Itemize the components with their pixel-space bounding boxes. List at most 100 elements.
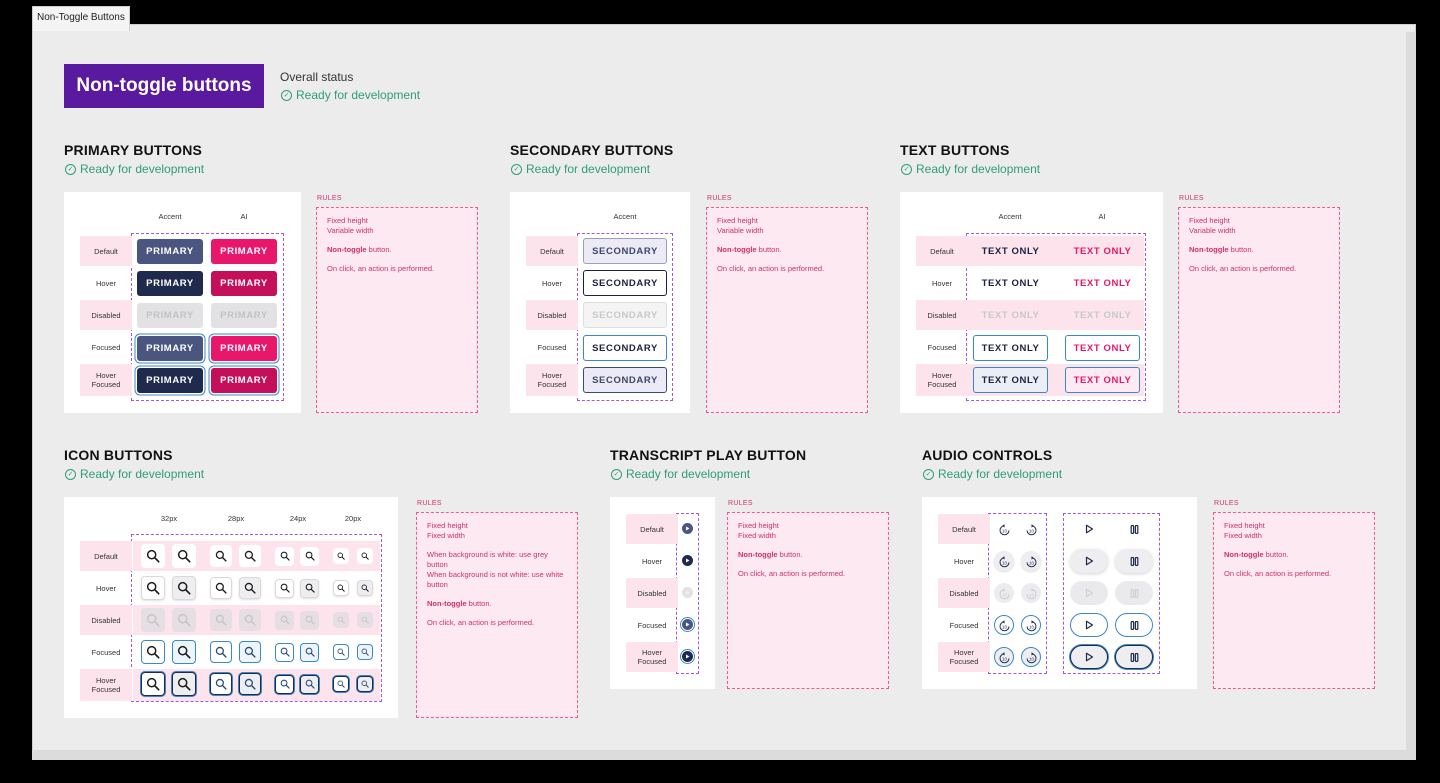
primary-accent-hover-focused-button[interactable]: PRIMARY — [137, 368, 203, 393]
search-icon-button-hover-focused[interactable] — [333, 676, 349, 692]
text-accent-hover-button[interactable]: TEXT ONLY — [973, 271, 1048, 296]
search-icon-button-hover[interactable] — [210, 577, 232, 599]
search-icon-button-disabled[interactable] — [172, 608, 196, 632]
search-icon-button-hover[interactable] — [357, 580, 373, 596]
search-icon-button-default[interactable] — [172, 544, 196, 568]
search-icon-button-disabled[interactable] — [357, 612, 373, 628]
pause-button-focused[interactable] — [1115, 613, 1153, 637]
secondary-disabled-button[interactable]: SECONDARY — [583, 302, 667, 328]
play-icon — [1085, 652, 1094, 662]
search-icon-button-hover-focused[interactable] — [141, 672, 165, 696]
play-button-hover-focused[interactable] — [1070, 645, 1108, 669]
search-icon-button-hover[interactable] — [172, 576, 196, 600]
status-text: Ready for development — [938, 467, 1063, 481]
secondary-default-button[interactable]: SECONDARY — [583, 238, 667, 264]
search-icon-button-disabled[interactable] — [275, 610, 294, 630]
rewind-button-default[interactable]: 10 — [994, 519, 1014, 539]
transcript-play-disabled-button[interactable] — [682, 587, 693, 598]
primary-ai-disabled-button[interactable]: PRIMARY — [211, 303, 277, 328]
search-icon-button-default[interactable] — [275, 546, 294, 566]
search-icon-button-disabled[interactable] — [239, 609, 261, 631]
search-icon-button-disabled[interactable] — [333, 612, 349, 628]
search-icon-button-default[interactable] — [141, 544, 165, 568]
search-icon-button-hover[interactable] — [333, 580, 349, 596]
primary-accent-focused-button[interactable]: PRIMARY — [137, 336, 203, 361]
play-button-hover[interactable] — [1070, 549, 1108, 573]
svg-text:10: 10 — [1002, 656, 1007, 661]
transcript-play-default-button[interactable] — [682, 523, 693, 534]
search-icon-button-default[interactable] — [300, 546, 319, 566]
search-icon-button-hover-focused[interactable] — [172, 672, 196, 696]
text-ai-disabled-button[interactable]: TEXT ONLY — [1065, 303, 1140, 328]
forward-button-hover[interactable]: 10 — [1021, 551, 1041, 571]
rewind-button-focused[interactable]: 10 — [994, 615, 1014, 635]
search-icon-button-default[interactable] — [357, 548, 373, 564]
primary-accent-disabled-button[interactable]: PRIMARY — [137, 303, 203, 328]
search-icon-button-focused[interactable] — [172, 640, 196, 664]
text-accent-disabled-button[interactable]: TEXT ONLY — [973, 303, 1048, 328]
play-button-focused[interactable] — [1070, 613, 1108, 637]
search-icon-button-hover-focused[interactable] — [300, 674, 319, 694]
pause-button-disabled[interactable] — [1115, 581, 1153, 605]
text-accent-default-button[interactable]: TEXT ONLY — [973, 239, 1048, 264]
play-button-default[interactable] — [1070, 517, 1108, 541]
text-status: ✓ Ready for development — [901, 162, 1040, 176]
text-ai-focused-button[interactable]: TEXT ONLY — [1065, 335, 1140, 361]
pause-button-default[interactable] — [1115, 517, 1153, 541]
pause-button-hover[interactable] — [1115, 549, 1153, 573]
search-icon-button-default[interactable] — [333, 548, 349, 564]
search-icon-button-focused[interactable] — [357, 644, 373, 660]
search-icon-button-focused[interactable] — [141, 640, 165, 664]
rewind-button-disabled[interactable]: 10 — [994, 583, 1014, 603]
play-button-disabled[interactable] — [1070, 581, 1108, 605]
forward-button-hover-focused[interactable]: 10 — [1021, 647, 1041, 667]
rewind-button-hover[interactable]: 10 — [994, 551, 1014, 571]
transcript-play-focused-button[interactable] — [682, 619, 693, 630]
text-accent-focused-button[interactable]: TEXT ONLY — [973, 335, 1048, 361]
search-icon-button-disabled[interactable] — [210, 609, 232, 631]
text-ai-hover-button[interactable]: TEXT ONLY — [1065, 271, 1140, 296]
primary-ai-hover-button[interactable]: PRIMARY — [211, 271, 277, 296]
search-icon-button-focused[interactable] — [300, 642, 319, 662]
forward-10-icon: 10 — [1026, 555, 1036, 567]
rewind-button-hover-focused[interactable]: 10 — [994, 647, 1014, 667]
search-icon-button-focused[interactable] — [210, 641, 232, 663]
search-icon-button-hover-focused[interactable] — [239, 673, 261, 695]
search-icon-button-hover-focused[interactable] — [210, 673, 232, 695]
search-icon-button-disabled[interactable] — [300, 610, 319, 630]
search-icon-button-default[interactable] — [210, 545, 232, 567]
search-icon-button-disabled[interactable] — [141, 608, 165, 632]
primary-accent-hover-button[interactable]: PRIMARY — [137, 271, 203, 296]
primary-ai-hover-focused-button[interactable]: PRIMARY — [211, 368, 277, 393]
search-icon-button-hover[interactable] — [141, 576, 165, 600]
search-icon-button-hover[interactable] — [275, 578, 294, 598]
secondary-focused-button[interactable]: SECONDARY — [583, 335, 667, 361]
transcript-play-hover-button[interactable] — [682, 555, 693, 566]
transcript-play-hover-focused-button[interactable] — [682, 651, 693, 662]
search-icon-button-focused[interactable] — [275, 642, 294, 662]
pause-button-hover-focused[interactable] — [1115, 645, 1153, 669]
primary-ai-focused-button[interactable]: PRIMARY — [211, 336, 277, 361]
search-icon-button-hover-focused[interactable] — [275, 674, 294, 694]
rules-label: RULES — [317, 195, 342, 202]
secondary-hover-button[interactable]: SECONDARY — [583, 270, 667, 296]
search-icon-button-hover[interactable] — [300, 578, 319, 598]
search-icon-button-default[interactable] — [239, 545, 261, 567]
search-icon-button-focused[interactable] — [333, 644, 349, 660]
forward-button-focused[interactable]: 10 — [1021, 615, 1041, 635]
audio-status: ✓ Ready for development — [923, 467, 1062, 481]
forward-button-default[interactable]: 10 — [1021, 519, 1041, 539]
frame-tab[interactable]: Non-Toggle Buttons — [32, 6, 130, 31]
text-ai-default-button[interactable]: TEXT ONLY — [1065, 239, 1140, 264]
search-icon-button-hover-focused[interactable] — [357, 676, 373, 692]
primary-accent-default-button[interactable]: PRIMARY — [137, 239, 203, 264]
secondary-hover-focused-button[interactable]: SECONDARY — [583, 367, 667, 393]
text-accent-hover-focused-button[interactable]: TEXT ONLY — [973, 367, 1048, 393]
primary-ai-default-button[interactable]: PRIMARY — [211, 239, 277, 264]
search-icon-button-hover[interactable] — [239, 577, 261, 599]
state-hover-focused: Hover Focused — [916, 364, 968, 396]
search-icon — [280, 647, 290, 657]
forward-button-disabled[interactable]: 10 — [1021, 583, 1041, 603]
text-ai-hover-focused-button[interactable]: TEXT ONLY — [1065, 367, 1140, 393]
search-icon-button-focused[interactable] — [239, 641, 261, 663]
